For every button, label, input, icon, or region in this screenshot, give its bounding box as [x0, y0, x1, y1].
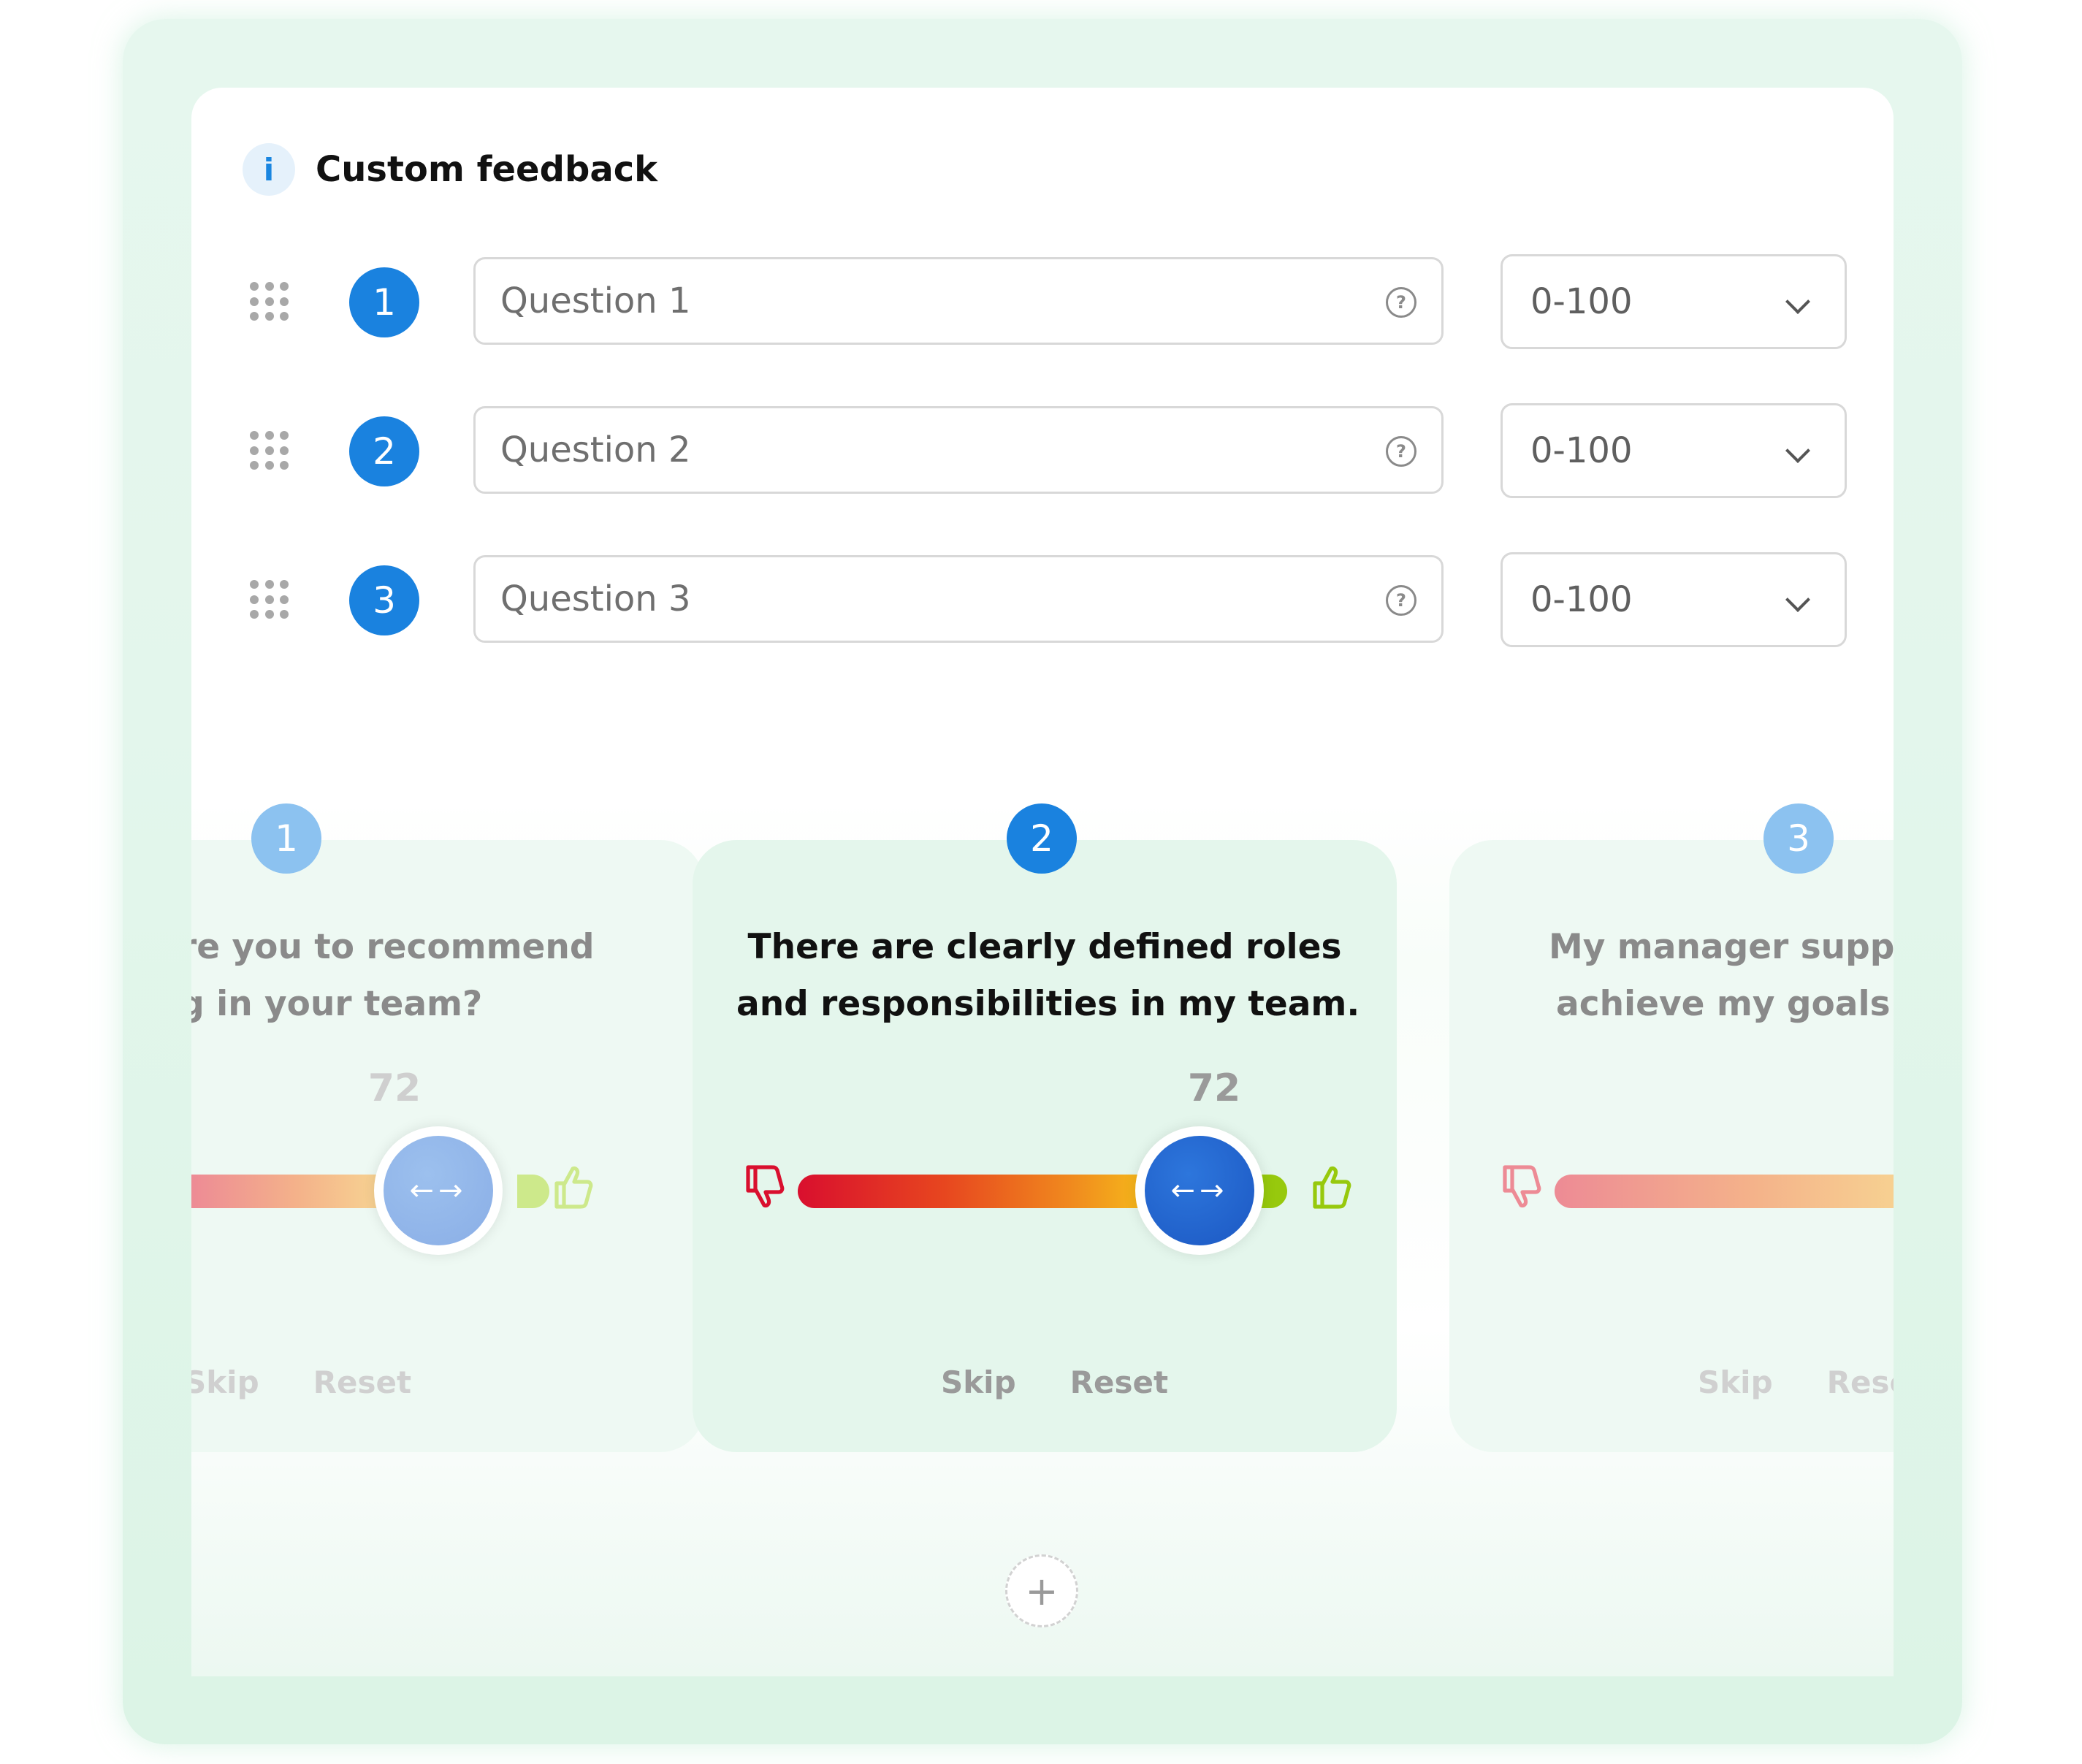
question-input[interactable]: Question 1 ? [473, 257, 1444, 345]
rating-slider[interactable]: ←→ [744, 1126, 1357, 1255]
slider-track [798, 1175, 1163, 1208]
reset-button[interactable]: Reset [1827, 1364, 1894, 1400]
scale-value: 0-100 [1530, 430, 1633, 471]
help-circle-icon[interactable]: ? [1386, 585, 1416, 616]
card-number-badge: 2 [1007, 803, 1077, 874]
thumbs-down-icon[interactable] [1501, 1164, 1541, 1210]
slider-handle[interactable]: ←→ [374, 1126, 503, 1255]
skip-button[interactable]: Skip [191, 1364, 259, 1400]
question-number-badge: 2 [349, 416, 419, 486]
drag-handle-icon[interactable] [250, 431, 291, 472]
slider-arrows-icon: ←→ [384, 1136, 493, 1245]
question-placeholder: Question 3 [500, 579, 691, 619]
question-input[interactable]: Question 3 ? [473, 555, 1444, 643]
rating-slider[interactable] [1501, 1147, 1894, 1234]
scale-value: 0-100 [1530, 281, 1633, 322]
feedback-card-3: My manager suppo achieve my goals c Skip… [1449, 840, 1894, 1452]
question-placeholder: Question 2 [500, 429, 691, 470]
thumbs-up-icon[interactable] [552, 1164, 593, 1210]
scale-select[interactable]: 0-100 [1501, 403, 1847, 498]
card-actions: Skip Reset [191, 1364, 465, 1400]
chevron-down-icon [1785, 587, 1810, 612]
scale-select[interactable]: 0-100 [1501, 552, 1847, 647]
card-actions: Skip Reset [1698, 1364, 1894, 1400]
skip-button[interactable]: Skip [941, 1364, 1016, 1400]
card-question-line: ıre you to recommend [191, 927, 595, 967]
feedback-card-2: There are clearly defined roles and resp… [693, 840, 1397, 1452]
slider-track-end [517, 1175, 549, 1208]
question-number-badge: 1 [349, 267, 419, 337]
slider-arrows-icon: ←→ [1145, 1136, 1254, 1245]
drag-handle-icon[interactable] [250, 580, 291, 621]
question-row: 3 Question 3 ? 0-100 [250, 552, 1857, 647]
card-number-badge: 1 [251, 803, 321, 874]
thumbs-up-icon[interactable] [1311, 1164, 1351, 1210]
question-input[interactable]: Question 2 ? [473, 406, 1444, 494]
reset-button[interactable]: Reset [1070, 1364, 1168, 1400]
slider-handle[interactable]: ←→ [1135, 1126, 1264, 1255]
card-question-line: There are clearly defined roles [747, 927, 1342, 967]
custom-feedback-panel: i Custom feedback 1 Question 1 ? 0-100 2… [191, 88, 1894, 1676]
skip-button[interactable]: Skip [1698, 1364, 1773, 1400]
rating-slider[interactable]: ←→ [191, 1126, 600, 1255]
card-question-line: ıg in your team? [191, 984, 483, 1024]
drag-handle-icon[interactable] [250, 282, 291, 323]
scale-select[interactable]: 0-100 [1501, 254, 1847, 349]
slider-value: 72 [1187, 1066, 1241, 1110]
thumbs-down-icon[interactable] [744, 1164, 785, 1210]
question-placeholder: Question 1 [500, 280, 691, 321]
help-circle-icon[interactable]: ? [1386, 436, 1416, 467]
question-row: 2 Question 2 ? 0-100 [250, 403, 1857, 498]
page-title: Custom feedback [316, 149, 658, 190]
help-circle-icon[interactable]: ? [1386, 287, 1416, 318]
card-number-badge: 3 [1763, 803, 1834, 874]
chevron-down-icon [1785, 438, 1810, 463]
card-actions: Skip Reset [941, 1364, 1222, 1400]
slider-track [191, 1175, 403, 1208]
panel-header: i Custom feedback [243, 143, 657, 196]
question-row: 1 Question 1 ? 0-100 [250, 254, 1857, 349]
add-question-button[interactable]: + [1005, 1554, 1078, 1627]
info-icon[interactable]: i [243, 143, 295, 196]
feedback-card-1: ıre you to recommend ıg in your team? 72… [191, 840, 704, 1452]
chevron-down-icon [1785, 289, 1810, 314]
scale-value: 0-100 [1530, 579, 1633, 620]
slider-value: 72 [367, 1066, 422, 1110]
card-question-line: and responsibilities in my team. [736, 984, 1360, 1024]
plus-icon: + [1025, 1568, 1059, 1614]
reset-button[interactable]: Reset [313, 1364, 411, 1400]
card-question-line: achieve my goals c [1556, 984, 1894, 1024]
question-number-badge: 3 [349, 565, 419, 635]
slider-track [1555, 1175, 1894, 1208]
card-question-line: My manager suppo [1549, 927, 1894, 967]
